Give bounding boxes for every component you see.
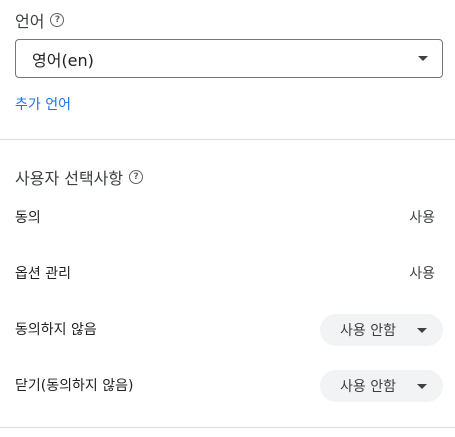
manage-options-label: 옵션 관리 <box>15 266 71 282</box>
settings-panel: 언어 ? 영어(en) 추가 언어 사용자 선택사항 ? 동의 사용 옵션 관리… <box>0 0 455 437</box>
help-icon[interactable]: ? <box>50 13 65 27</box>
close-do-not-consent-label: 닫기(동의하지 않음) <box>15 378 134 394</box>
manage-options-value: 사용 <box>409 266 435 282</box>
do-not-consent-label: 동의하지 않음 <box>15 322 97 338</box>
language-select-value: 영어(en) <box>32 50 94 70</box>
language-select[interactable]: 영어(en) <box>15 39 443 78</box>
close-do-not-consent-value: 사용 안함 <box>340 379 396 395</box>
dropdown-arrow-icon <box>418 56 428 61</box>
language-title-text: 언어 <box>15 12 45 31</box>
preferences-section-title: 사용자 선택사항 ? <box>15 165 144 189</box>
dropdown-arrow-icon <box>417 327 427 333</box>
dropdown-arrow-icon <box>417 383 427 389</box>
section-divider <box>0 139 455 140</box>
bottom-divider <box>0 427 455 428</box>
consent-label: 동의 <box>15 210 41 226</box>
do-not-consent-value: 사용 안함 <box>340 323 396 339</box>
preferences-title-text: 사용자 선택사항 <box>15 169 124 188</box>
close-do-not-consent-dropdown[interactable]: 사용 안함 <box>320 370 443 402</box>
do-not-consent-dropdown[interactable]: 사용 안함 <box>320 314 443 346</box>
add-language-link[interactable]: 추가 언어 <box>15 94 71 114</box>
consent-value: 사용 <box>409 210 435 226</box>
help-icon[interactable]: ? <box>129 170 144 184</box>
language-section-title: 언어 ? <box>15 8 65 32</box>
